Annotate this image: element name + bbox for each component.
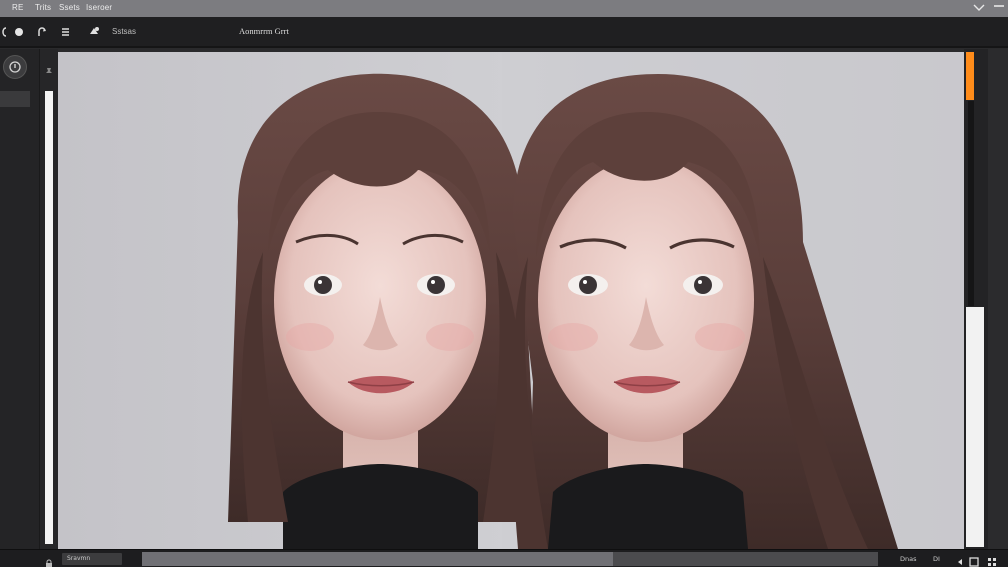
view-label[interactable]: DI [933, 553, 940, 565]
record-icon[interactable] [12, 25, 26, 39]
panel-strip [966, 307, 984, 547]
color-swatch-accent[interactable] [966, 52, 974, 100]
right-panel [964, 49, 1008, 549]
settings-icon[interactable] [87, 25, 101, 39]
grid-icon[interactable] [986, 553, 998, 566]
pin-icon[interactable] [44, 61, 54, 73]
fullscreen-icon[interactable] [968, 553, 980, 567]
layer-name-field[interactable]: Sravmn [62, 553, 122, 565]
document-title: Aonmrrm Grrt [239, 26, 289, 36]
arrow-left-icon[interactable] [954, 553, 966, 565]
chevron-down-icon[interactable] [972, 0, 986, 14]
minimize-icon[interactable] [992, 0, 1006, 14]
status-bar: Sravmn Dnas DI [0, 549, 1008, 567]
zoom-label[interactable]: Dnas [900, 553, 917, 565]
timeline-slider-fill [142, 552, 614, 566]
portrait-left-face-icon [228, 73, 538, 549]
tool-column [40, 49, 58, 549]
menu-item-edit[interactable]: Trits [35, 2, 51, 14]
back-icon[interactable] [0, 25, 12, 39]
left-panel [0, 49, 40, 549]
timeline-slider[interactable] [142, 552, 878, 566]
menu-bar: RE Trits Ssets Iseroer [0, 0, 1008, 17]
image-canvas[interactable] [58, 52, 964, 549]
menu-item-view[interactable]: Ssets [59, 2, 80, 14]
layer-name-value: Sravmn [67, 555, 91, 562]
toolbar: Sstsas Aonmrrm Grrt [0, 17, 1008, 48]
lock-icon[interactable] [44, 554, 54, 567]
ruler-strip [45, 91, 53, 544]
menu-item-window[interactable]: Iseroer [86, 2, 112, 14]
brush-icon[interactable] [3, 55, 27, 79]
menu-item-file[interactable]: RE [12, 2, 24, 14]
vertical-scrollbar[interactable] [988, 49, 1008, 549]
rotate-icon[interactable] [35, 25, 49, 39]
save-button[interactable]: Sstsas [112, 26, 136, 38]
tool-slot[interactable] [0, 91, 30, 107]
layers-icon[interactable] [59, 25, 73, 39]
histogram-bar [968, 101, 974, 306]
